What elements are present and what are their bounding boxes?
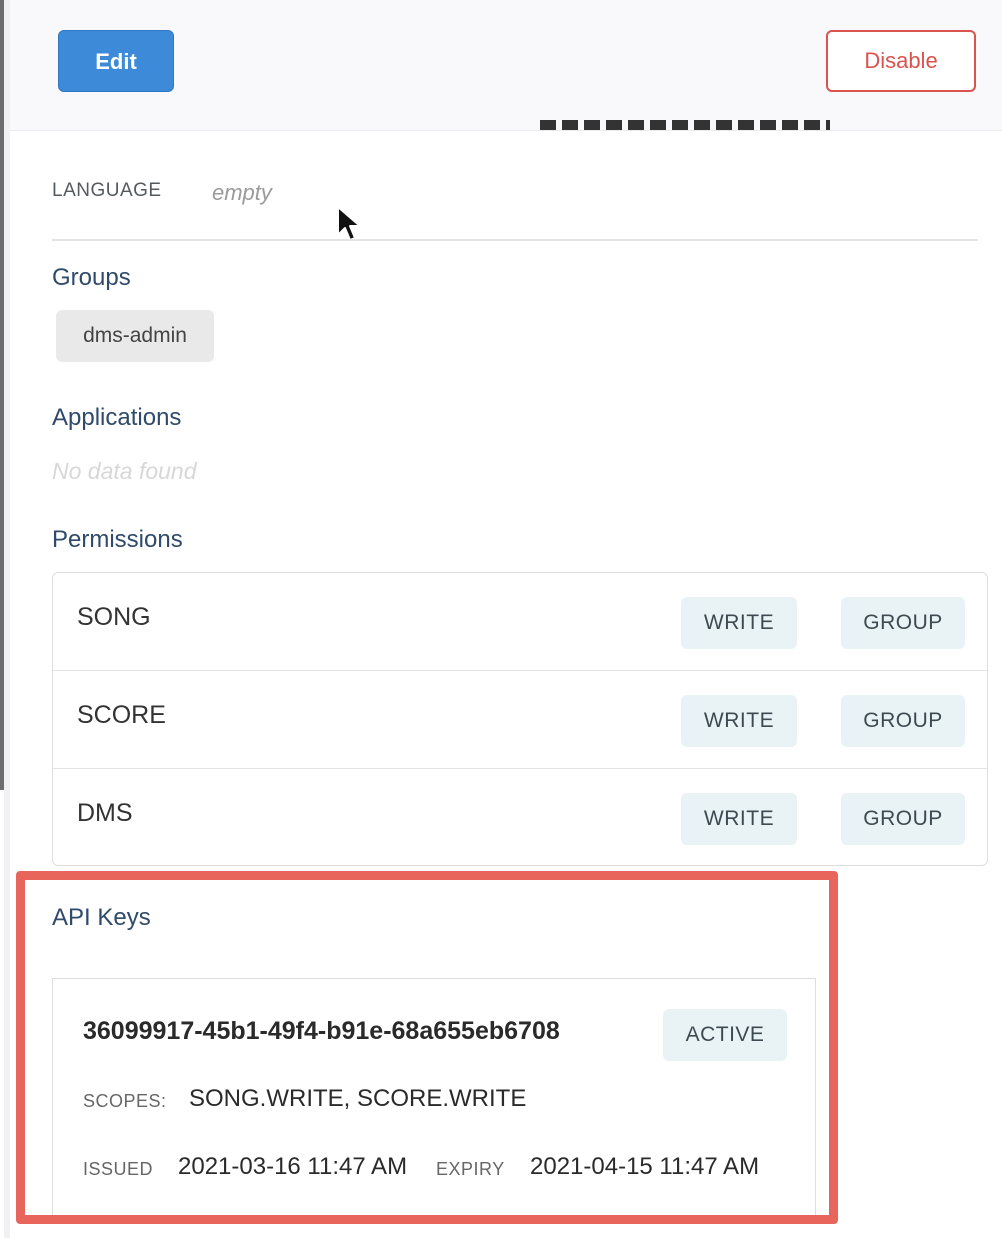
language-value: empty	[212, 180, 272, 205]
language-label: LANGUAGE	[52, 180, 162, 201]
permission-access-chip: WRITE	[681, 597, 797, 649]
group-chip[interactable]: dms-admin	[56, 310, 214, 362]
mouse-cursor-icon	[337, 206, 361, 241]
permission-access-chip: WRITE	[681, 793, 797, 845]
detail-header: Edit Disable	[10, 0, 1002, 131]
edit-button[interactable]: Edit	[58, 30, 174, 92]
section-divider	[52, 239, 978, 241]
permissions-title: Permissions	[52, 526, 183, 553]
permission-access-chip: WRITE	[681, 695, 797, 747]
permission-type-chip: GROUP	[841, 597, 965, 649]
permission-name: SCORE	[77, 701, 166, 729]
permission-name: DMS	[77, 799, 133, 827]
api-keys-highlight-box	[16, 871, 838, 1224]
permission-name: SONG	[77, 603, 151, 631]
clipped-date-text	[540, 114, 830, 130]
permission-row: SONG WRITE GROUP	[53, 573, 987, 671]
groups-title: Groups	[52, 264, 131, 291]
permission-row: SCORE WRITE GROUP	[53, 671, 987, 769]
permissions-table: SONG WRITE GROUP SCORE WRITE GROUP DMS W…	[52, 572, 988, 866]
permission-type-chip: GROUP	[841, 695, 965, 747]
applications-empty-text: No data found	[52, 458, 197, 484]
applications-title: Applications	[52, 404, 182, 431]
permission-type-chip: GROUP	[841, 793, 965, 845]
permission-row: DMS WRITE GROUP	[53, 769, 987, 867]
disable-button[interactable]: Disable	[826, 30, 976, 92]
left-panel-gutter	[4, 0, 10, 1238]
